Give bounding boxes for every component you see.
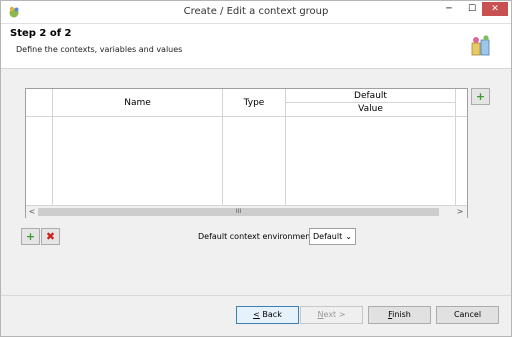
- remove-row-button[interactable]: ✖: [41, 228, 60, 245]
- add-icon: +: [25, 230, 36, 243]
- context-group-icon: [471, 35, 490, 56]
- close-button[interactable]: ✕: [482, 2, 508, 16]
- chevron-down-icon: ⌄: [345, 232, 352, 241]
- horizontal-scrollbar[interactable]: < III >: [26, 205, 467, 218]
- add-row-button[interactable]: +: [21, 228, 40, 245]
- scroll-left-arrow-icon[interactable]: <: [26, 206, 38, 218]
- window-title: Create / Edit a context group: [183, 6, 329, 17]
- column-header-name[interactable]: Name: [53, 98, 222, 108]
- column-divider: [455, 89, 456, 205]
- scroll-right-arrow-icon[interactable]: >: [454, 206, 466, 218]
- column-header-type[interactable]: Type: [223, 98, 285, 108]
- step-description: Define the contexts, variables and value…: [16, 45, 183, 54]
- cancel-button[interactable]: Cancel: [436, 306, 499, 324]
- group-header-line: [286, 102, 455, 103]
- footer-separator: [1, 295, 511, 296]
- scroll-thumb[interactable]: III: [38, 208, 439, 216]
- column-group-default: Default: [286, 91, 455, 101]
- title-bar: Create / Edit a context group ─ ☐ ✕: [1, 1, 511, 24]
- dialog-window: Create / Edit a context group ─ ☐ ✕ Step…: [0, 0, 512, 337]
- context-table[interactable]: Name Type Default Value < III >: [25, 88, 468, 218]
- step-title: Step 2 of 2: [10, 28, 72, 39]
- remove-icon: ✖: [45, 230, 56, 243]
- maximize-button[interactable]: ☐: [461, 2, 483, 16]
- next-button[interactable]: Next >: [300, 306, 363, 324]
- add-column-button[interactable]: +: [471, 88, 490, 105]
- default-env-value: Default: [313, 232, 343, 241]
- default-env-select[interactable]: Default ⌄: [309, 228, 356, 245]
- finish-button[interactable]: Finish: [368, 306, 431, 324]
- header-bottom-line: [26, 116, 467, 117]
- column-header-value[interactable]: Value: [286, 104, 455, 114]
- add-icon: +: [475, 90, 486, 103]
- wizard-header: Step 2 of 2 Define the contexts, variabl…: [1, 24, 511, 69]
- back-button[interactable]: < Back: [236, 306, 299, 324]
- default-env-label: Default context environment: [198, 232, 314, 241]
- minimize-button[interactable]: ─: [438, 2, 460, 16]
